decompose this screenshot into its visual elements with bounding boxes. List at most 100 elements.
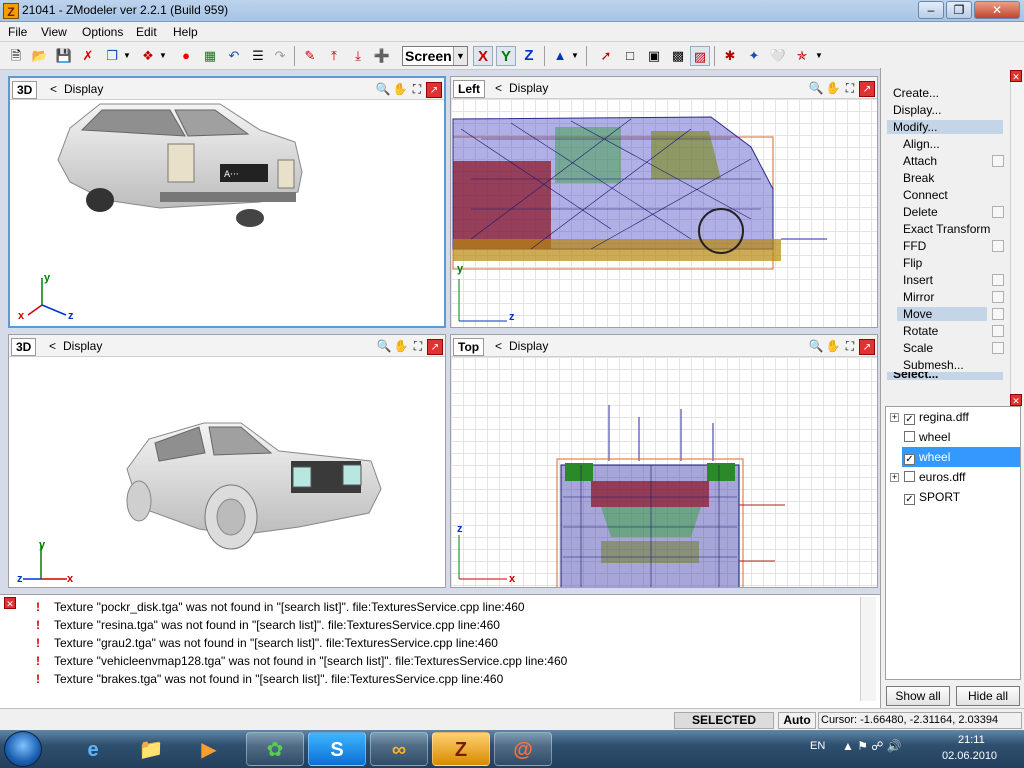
material-icon[interactable]: ▦ (200, 46, 220, 66)
cmd-insert[interactable]: Insert (903, 273, 933, 287)
cmd-rotate[interactable]: Rotate (903, 324, 938, 338)
box-select-icon[interactable]: ▩ (668, 46, 688, 66)
cmd-connect[interactable]: Connect (903, 188, 948, 202)
clock-time[interactable]: 21:11 (958, 734, 985, 746)
viewport-type-tab[interactable]: 3D (11, 338, 37, 356)
skype-icon[interactable]: S (308, 732, 366, 766)
tree-item-regina[interactable]: ✓ regina.dff (904, 407, 1018, 427)
notes-icon[interactable]: ☰ (248, 46, 268, 66)
viewport-display-menu[interactable]: Display (64, 82, 103, 96)
scale-options-box[interactable] (992, 342, 1004, 354)
cmd-ffd[interactable]: FFD (903, 239, 926, 253)
maximize-viewport-icon[interactable]: ↗ (427, 339, 443, 355)
zmodeler-icon[interactable]: Z (432, 732, 490, 766)
viewport-type-tab[interactable]: Left (453, 80, 485, 98)
zoom-icon[interactable]: 🔍 (376, 338, 392, 354)
dropdown-arrow-icon[interactable]: ▼ (122, 46, 132, 66)
dropdown-arrow-icon[interactable]: ▼ (570, 46, 580, 66)
axis-scale-icon[interactable]: ➕ (372, 46, 392, 66)
dropdown-arrow-icon[interactable]: ▼ (814, 46, 824, 66)
rotate-options-box[interactable] (992, 325, 1004, 337)
face-select-icon[interactable]: □ (620, 46, 640, 66)
visibility-checkbox[interactable]: ✓ (904, 454, 915, 465)
render-icon[interactable]: ❖ (138, 46, 158, 66)
delete-options-box[interactable] (992, 206, 1004, 218)
cmd-submesh[interactable]: Submesh... (903, 358, 964, 372)
attach-options-box[interactable] (992, 155, 1004, 167)
axis-rotate-icon[interactable]: ⤓ (348, 46, 368, 66)
maximize-viewport-icon[interactable]: ↗ (859, 81, 875, 97)
close-panel-icon[interactable]: ✕ (1010, 70, 1022, 82)
viewport-canvas[interactable]: A··· y x z (10, 100, 444, 326)
viewport-nav-left[interactable]: < (49, 339, 56, 353)
visibility-checkbox[interactable] (904, 431, 915, 442)
pivot-icon[interactable]: ▲ (550, 46, 570, 66)
zoom-extents-icon[interactable]: ⛶ (410, 338, 426, 354)
cmd-align[interactable]: Align... (903, 137, 940, 151)
mirror-options-box[interactable] (992, 291, 1004, 303)
pan-hand-icon[interactable]: ✋ (825, 338, 841, 354)
undo-icon[interactable]: ↶ (224, 46, 244, 66)
maximize-viewport-icon[interactable]: ↗ (859, 339, 875, 355)
cmd-display[interactable]: Display... (893, 103, 941, 117)
axis-x-toggle[interactable]: X (473, 46, 493, 66)
zoom-icon[interactable]: 🔍 (808, 338, 824, 354)
viewport-type-tab[interactable]: 3D (12, 81, 38, 99)
viewport-canvas[interactable]: y z (451, 99, 877, 327)
cmd-modify[interactable]: Modify... (887, 120, 1003, 134)
move-options-box[interactable] (992, 308, 1004, 320)
viewport-top[interactable]: Top < Display 🔍 ✋ ⛶ ↗ z x (450, 334, 878, 588)
tray-icons[interactable]: ▲ ⚑ ☍ 🔊 (842, 739, 902, 753)
close-log-icon[interactable]: ✕ (4, 597, 16, 609)
close-button[interactable]: ✕ (974, 1, 1020, 19)
figure-tool-1-icon[interactable]: ✱ (720, 46, 740, 66)
menu-options[interactable]: Options (82, 25, 123, 39)
dropdown-arrow-icon[interactable]: ▼ (158, 46, 168, 66)
menu-edit[interactable]: Edit (136, 25, 157, 39)
log-scrollbar[interactable] (860, 597, 876, 701)
cmd-flip[interactable]: Flip (903, 256, 922, 270)
close-tree-panel-icon[interactable]: ✕ (1010, 394, 1022, 406)
auto-mode-indicator[interactable]: Auto (778, 712, 816, 729)
zoom-icon[interactable]: 🔍 (808, 80, 824, 96)
menu-file[interactable]: File (8, 25, 27, 39)
viewport-3d-top[interactable]: 3D < Display 🔍 ✋ ⛶ ↗ A··· y x z (8, 76, 446, 328)
cmd-delete[interactable]: Delete (903, 205, 938, 219)
tree-item-wheel-selected[interactable]: ✓ wheel (902, 447, 1020, 467)
cmd-exact-transform[interactable]: Exact Transform (903, 222, 990, 236)
cmd-attach[interactable]: Attach (903, 154, 937, 168)
insert-options-box[interactable] (992, 274, 1004, 286)
viewport-display-menu[interactable]: Display (509, 339, 548, 353)
cmd-move[interactable]: Move (897, 307, 987, 321)
zmodeler-app-icon[interactable]: Z (3, 3, 19, 19)
maximize-button[interactable]: ❐ (946, 1, 972, 19)
visibility-checkbox[interactable]: ✓ (904, 494, 915, 505)
object-select-icon[interactable]: ▣ (644, 46, 664, 66)
figure-tool-4-icon[interactable]: ✯ (792, 46, 812, 66)
viewport-display-menu[interactable]: Display (63, 339, 102, 353)
language-indicator[interactable]: EN (810, 740, 825, 752)
menu-view[interactable]: View (41, 25, 67, 39)
ie-icon[interactable]: e (64, 732, 122, 766)
cmd-break[interactable]: Break (903, 171, 934, 185)
axis-y-toggle[interactable]: Y (496, 46, 516, 66)
figure-tool-2-icon[interactable]: ✦ (744, 46, 764, 66)
media-player-icon[interactable]: ▶ (180, 732, 238, 766)
cmd-create[interactable]: Create... (893, 86, 939, 100)
pan-hand-icon[interactable]: ✋ (392, 81, 408, 97)
clock-date[interactable]: 02.06.2010 (942, 750, 997, 762)
record-icon[interactable]: ● (176, 46, 196, 66)
figure-tool-3-icon[interactable]: 🤍 (768, 46, 788, 66)
viewport-left[interactable]: Left < Display 🔍 ✋ ⛶ ↗ y z (450, 76, 878, 328)
viewport-3d-bottom[interactable]: 3D < Display 🔍 ✋ ⛶ ↗ y z x (8, 334, 446, 588)
cmd-mirror[interactable]: Mirror (903, 290, 934, 304)
ffd-options-box[interactable] (992, 240, 1004, 252)
coordinate-system-select[interactable]: Screen ▼ (402, 46, 468, 66)
start-button[interactable] (4, 731, 42, 767)
minimize-button[interactable]: – (918, 1, 944, 19)
axis-z-toggle[interactable]: Z (519, 46, 539, 66)
zoom-icon[interactable]: 🔍 (375, 81, 391, 97)
save-icon[interactable]: 💾 (54, 46, 74, 66)
zoom-extents-icon[interactable]: ⛶ (842, 338, 858, 354)
expand-icon[interactable]: + (890, 473, 899, 482)
